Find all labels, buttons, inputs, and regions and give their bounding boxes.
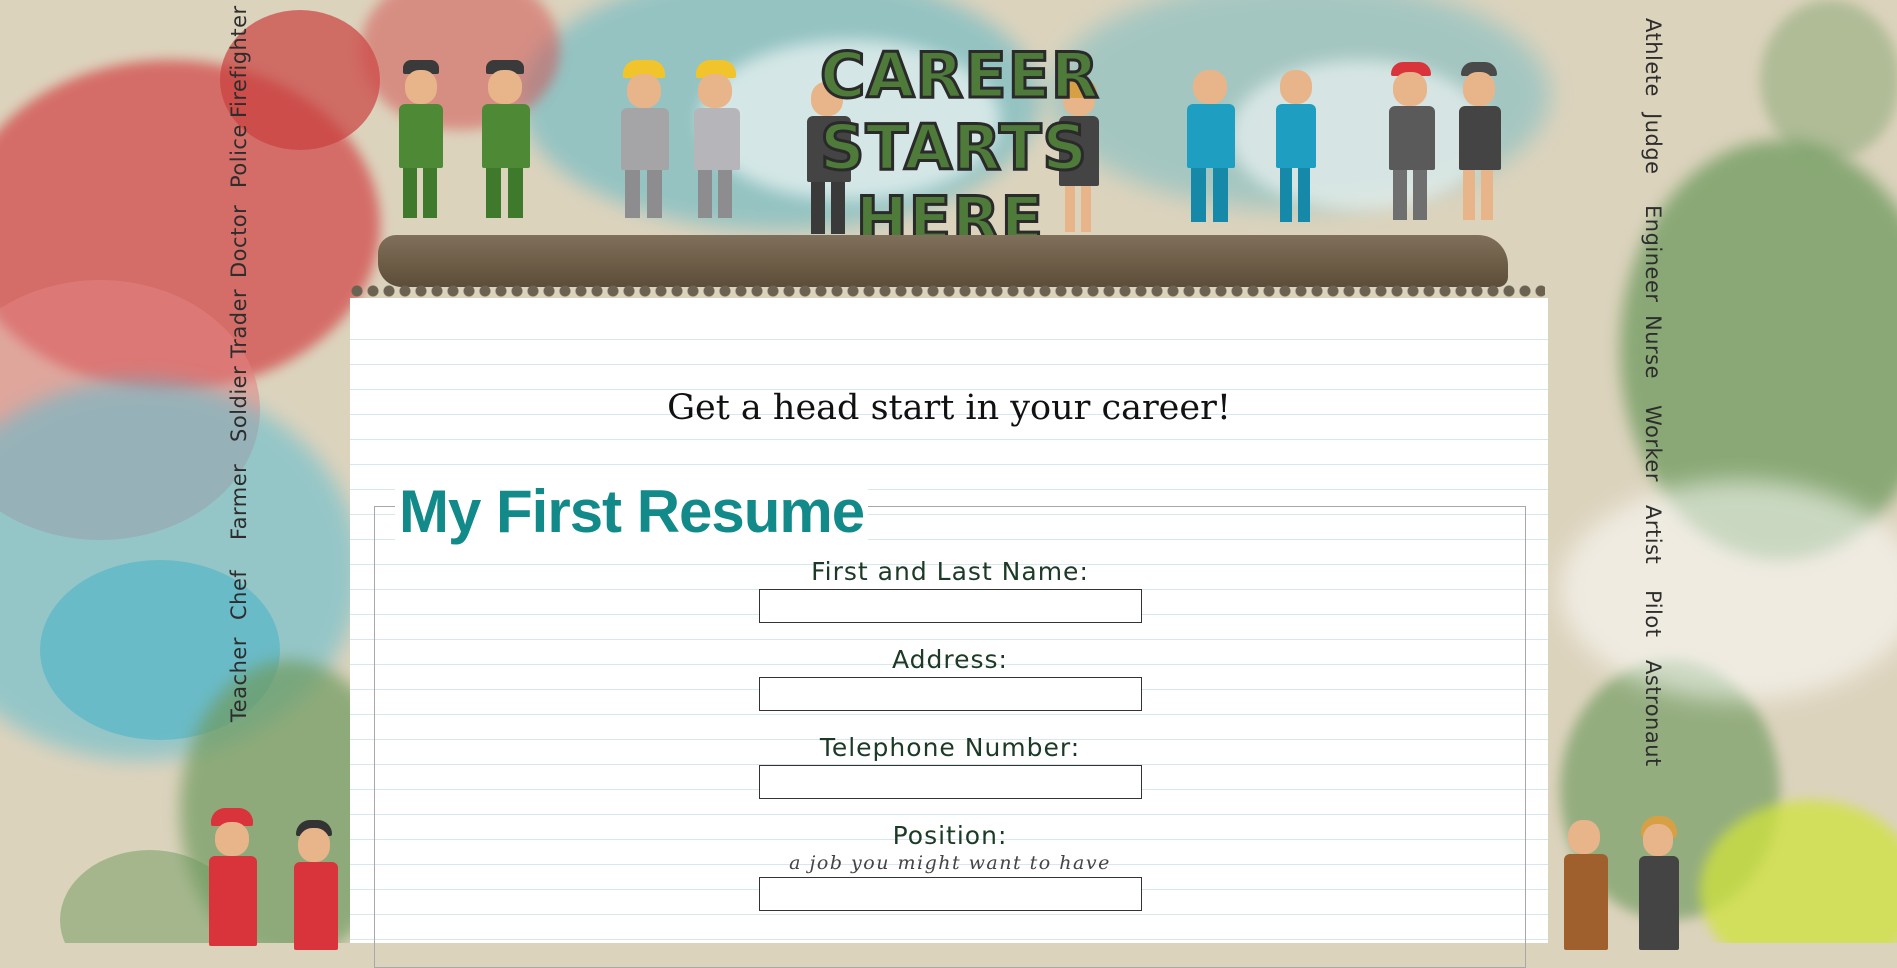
nurse-character-icon <box>1272 70 1320 225</box>
position-hint: a job you might want to have <box>789 852 1111 874</box>
firefighter-character-icon <box>205 808 260 948</box>
nav-link-firefighter[interactable]: Firefighter <box>227 5 251 118</box>
nav-link-judge[interactable]: Judge <box>1641 113 1665 175</box>
position-field-group: Position: a job you might want to have <box>375 821 1525 911</box>
career-starts-here-logo: CAREER STARTS HERE <box>819 38 1101 257</box>
soldier-character-icon <box>395 60 445 220</box>
nav-link-pilot[interactable]: Pilot <box>1641 590 1665 637</box>
address-field-group: Address: <box>375 645 1525 711</box>
nav-link-athlete[interactable]: Athlete <box>1641 18 1665 97</box>
logo-line-2: STARTS <box>819 110 1089 185</box>
telephone-input[interactable] <box>758 765 1142 799</box>
resume-form: My First Resume First and Last Name: Add… <box>374 479 1526 968</box>
nav-link-chef[interactable]: Chef <box>227 570 251 620</box>
notebook-binding-holes <box>350 284 1545 298</box>
logo-line-1: CAREER <box>819 38 1101 113</box>
nav-link-teacher[interactable]: Teacher <box>227 637 251 722</box>
telephone-label: Telephone Number: <box>819 733 1081 762</box>
position-label: Position: <box>892 821 1008 850</box>
nav-link-doctor[interactable]: Doctor <box>227 205 251 278</box>
torn-paper-strip <box>378 235 1508 287</box>
address-input[interactable] <box>758 677 1142 711</box>
soldier-character-icon <box>478 60 533 220</box>
nav-link-nurse[interactable]: Nurse <box>1641 315 1665 379</box>
resume-form-title: My First Resume <box>395 479 869 545</box>
judge-character-icon <box>1635 816 1681 950</box>
telephone-field-group: Telephone Number: <box>375 733 1525 799</box>
nav-link-engineer[interactable]: Engineer <box>1641 205 1665 303</box>
name-field-group: First and Last Name: <box>375 557 1525 623</box>
address-label: Address: <box>892 645 1008 674</box>
notebook-paper: Get a head start in your career! My Firs… <box>350 298 1548 968</box>
nav-link-farmer[interactable]: Farmer <box>227 464 251 540</box>
name-label: First and Last Name: <box>811 557 1089 586</box>
position-input[interactable] <box>758 877 1142 911</box>
chef-character-icon <box>1455 62 1503 222</box>
nav-link-worker[interactable]: Worker <box>1641 405 1665 482</box>
nav-link-trader[interactable]: Trader <box>227 289 251 358</box>
page-tagline: Get a head start in your career! <box>667 388 1231 428</box>
nav-link-police[interactable]: Police <box>227 124 251 188</box>
doctor-character-icon <box>1183 70 1239 225</box>
worker-character-icon <box>617 60 672 220</box>
firefighter-character-icon <box>290 820 340 950</box>
nav-link-astronaut[interactable]: Astronaut <box>1641 660 1665 767</box>
nav-link-artist[interactable]: Artist <box>1641 505 1665 564</box>
worker-character-icon <box>690 60 745 220</box>
pilot-character-icon <box>1560 820 1610 950</box>
artist-character-icon <box>1385 62 1437 222</box>
nav-link-soldier[interactable]: Soldier <box>227 366 251 442</box>
name-input[interactable] <box>758 589 1142 623</box>
